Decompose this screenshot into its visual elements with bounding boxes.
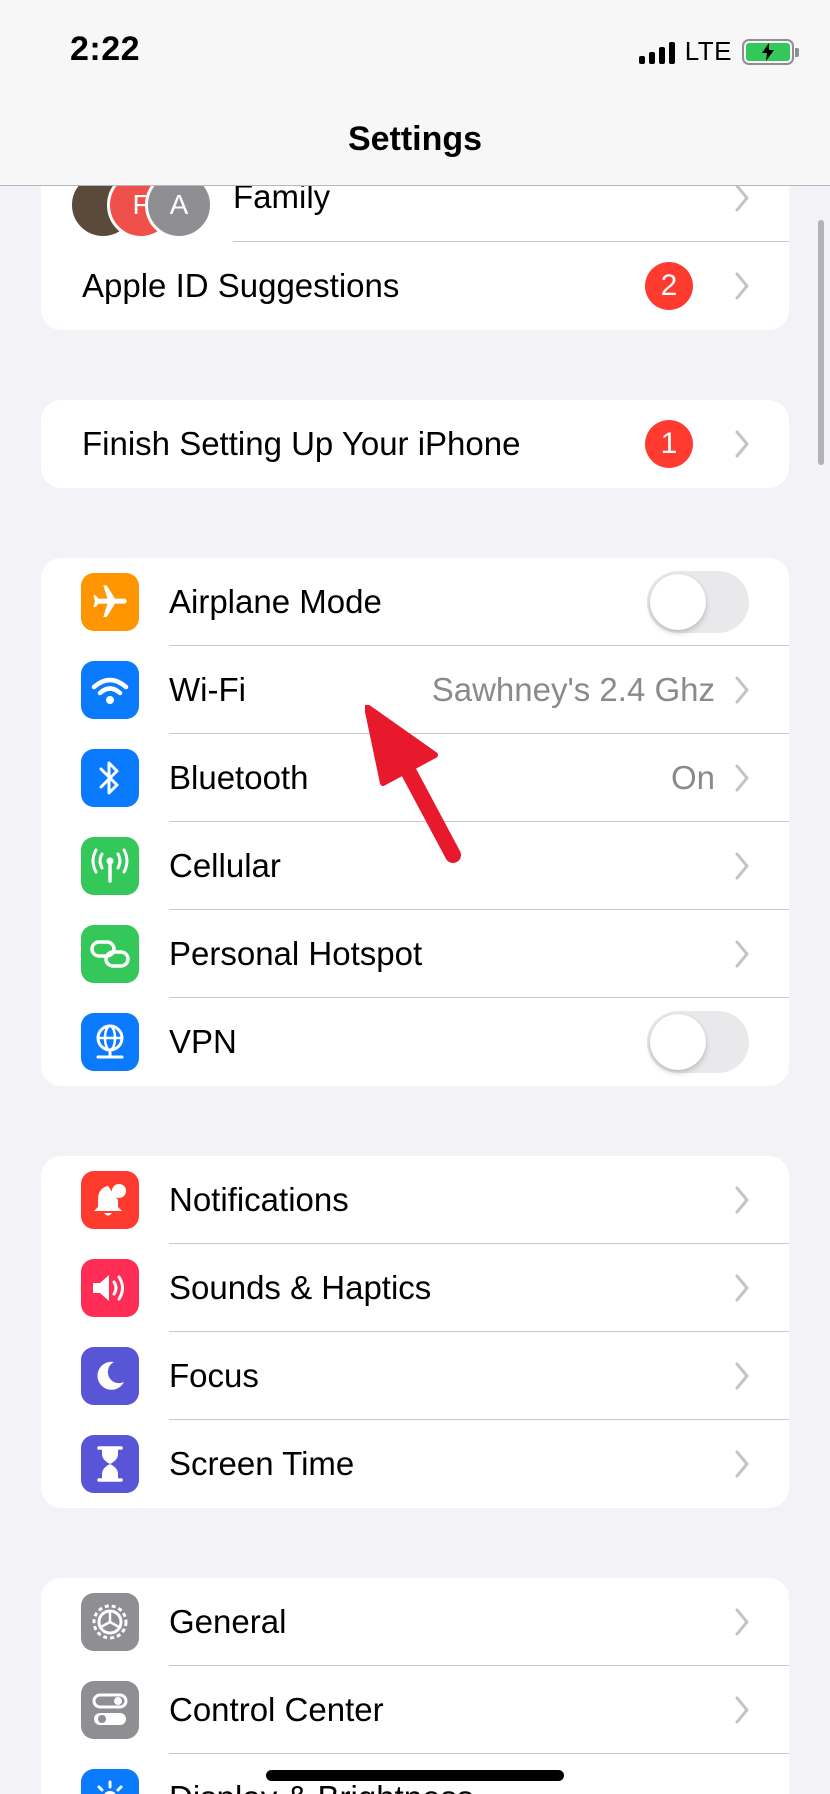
status-time: 2:22	[70, 30, 141, 68]
airplane-mode-row: Airplane Mode	[41, 558, 789, 646]
finish-setup-row[interactable]: Finish Setting Up Your iPhone 1	[41, 400, 789, 488]
general-label: General	[169, 1603, 287, 1640]
notifications-row[interactable]: Notifications	[41, 1156, 789, 1244]
wifi-label: Wi-Fi	[169, 671, 246, 708]
vpn-toggle[interactable]	[647, 1011, 749, 1073]
sounds-haptics-label: Sounds & Haptics	[169, 1269, 432, 1306]
airplane-icon	[81, 573, 139, 631]
chevron-right-icon	[735, 764, 749, 792]
chevron-right-icon	[735, 1274, 749, 1302]
notifications-label: Notifications	[169, 1181, 349, 1218]
navigation-bar: 2:22 LTE Settings	[0, 0, 830, 186]
bell-icon	[81, 1171, 139, 1229]
chevron-right-icon	[735, 272, 749, 300]
bluetooth-icon	[81, 749, 139, 807]
sounds-haptics-row[interactable]: Sounds & Haptics	[41, 1244, 789, 1332]
control-center-toggles-icon	[81, 1681, 139, 1739]
focus-label: Focus	[169, 1357, 259, 1394]
hourglass-icon	[81, 1435, 139, 1493]
apple-id-suggestions-row[interactable]: Apple ID Suggestions 2	[41, 242, 789, 330]
personal-hotspot-row[interactable]: Personal Hotspot	[41, 910, 789, 998]
scrollbar[interactable]	[818, 220, 824, 465]
system-group: General Control Center Display & Brightn…	[41, 1578, 789, 1794]
vpn-row: VPN	[41, 998, 789, 1086]
focus-row[interactable]: Focus	[41, 1332, 789, 1420]
display-brightness-label: Display & Brightness	[169, 1779, 473, 1794]
chevron-right-icon	[735, 184, 749, 212]
chevron-right-icon	[735, 1362, 749, 1390]
setup-group: Finish Setting Up Your iPhone 1	[41, 400, 789, 488]
home-indicator[interactable]	[266, 1770, 564, 1781]
battery-charging-icon	[742, 38, 799, 65]
status-indicators: LTE	[638, 36, 799, 67]
gear-icon	[81, 1593, 139, 1651]
chevron-right-icon	[735, 1696, 749, 1724]
page-title: Settings	[347, 120, 483, 158]
vpn-label: VPN	[169, 1023, 237, 1060]
cellular-antenna-icon	[81, 837, 139, 895]
notifications-group: Notifications Sounds & Haptics Focus Scr…	[41, 1156, 789, 1508]
notification-badge: 1	[645, 420, 693, 468]
cellular-signal-icon	[638, 40, 675, 64]
notification-badge: 2	[645, 262, 693, 310]
hotspot-link-icon	[81, 925, 139, 983]
speaker-icon	[81, 1259, 139, 1317]
screen-time-row[interactable]: Screen Time	[41, 1420, 789, 1508]
airplane-mode-toggle[interactable]	[647, 571, 749, 633]
general-row[interactable]: General	[41, 1578, 789, 1666]
control-center-label: Control Center	[169, 1691, 384, 1728]
vpn-globe-icon	[81, 1013, 139, 1071]
personal-hotspot-label: Personal Hotspot	[169, 935, 423, 972]
chevron-right-icon	[735, 676, 749, 704]
sun-icon	[81, 1769, 139, 1794]
finish-setup-label: Finish Setting Up Your iPhone	[82, 425, 521, 462]
apple-id-suggestions-label: Apple ID Suggestions	[82, 267, 400, 304]
screen-time-label: Screen Time	[169, 1445, 355, 1482]
chevron-right-icon	[735, 852, 749, 880]
wifi-icon	[81, 661, 139, 719]
chevron-right-icon	[735, 430, 749, 458]
wifi-network-value: Sawhney's 2.4 Ghz	[431, 671, 715, 708]
bluetooth-status-value: On	[670, 759, 715, 796]
annotation-arrow	[365, 705, 461, 863]
chevron-right-icon	[735, 940, 749, 968]
chevron-right-icon	[735, 1450, 749, 1478]
network-type: LTE	[684, 36, 732, 66]
cellular-label: Cellular	[169, 847, 281, 884]
moon-icon	[81, 1347, 139, 1405]
control-center-row[interactable]: Control Center	[41, 1666, 789, 1754]
bluetooth-label: Bluetooth	[169, 759, 309, 796]
chevron-right-icon	[735, 1186, 749, 1214]
airplane-mode-label: Airplane Mode	[169, 583, 382, 620]
chevron-right-icon	[735, 1608, 749, 1636]
